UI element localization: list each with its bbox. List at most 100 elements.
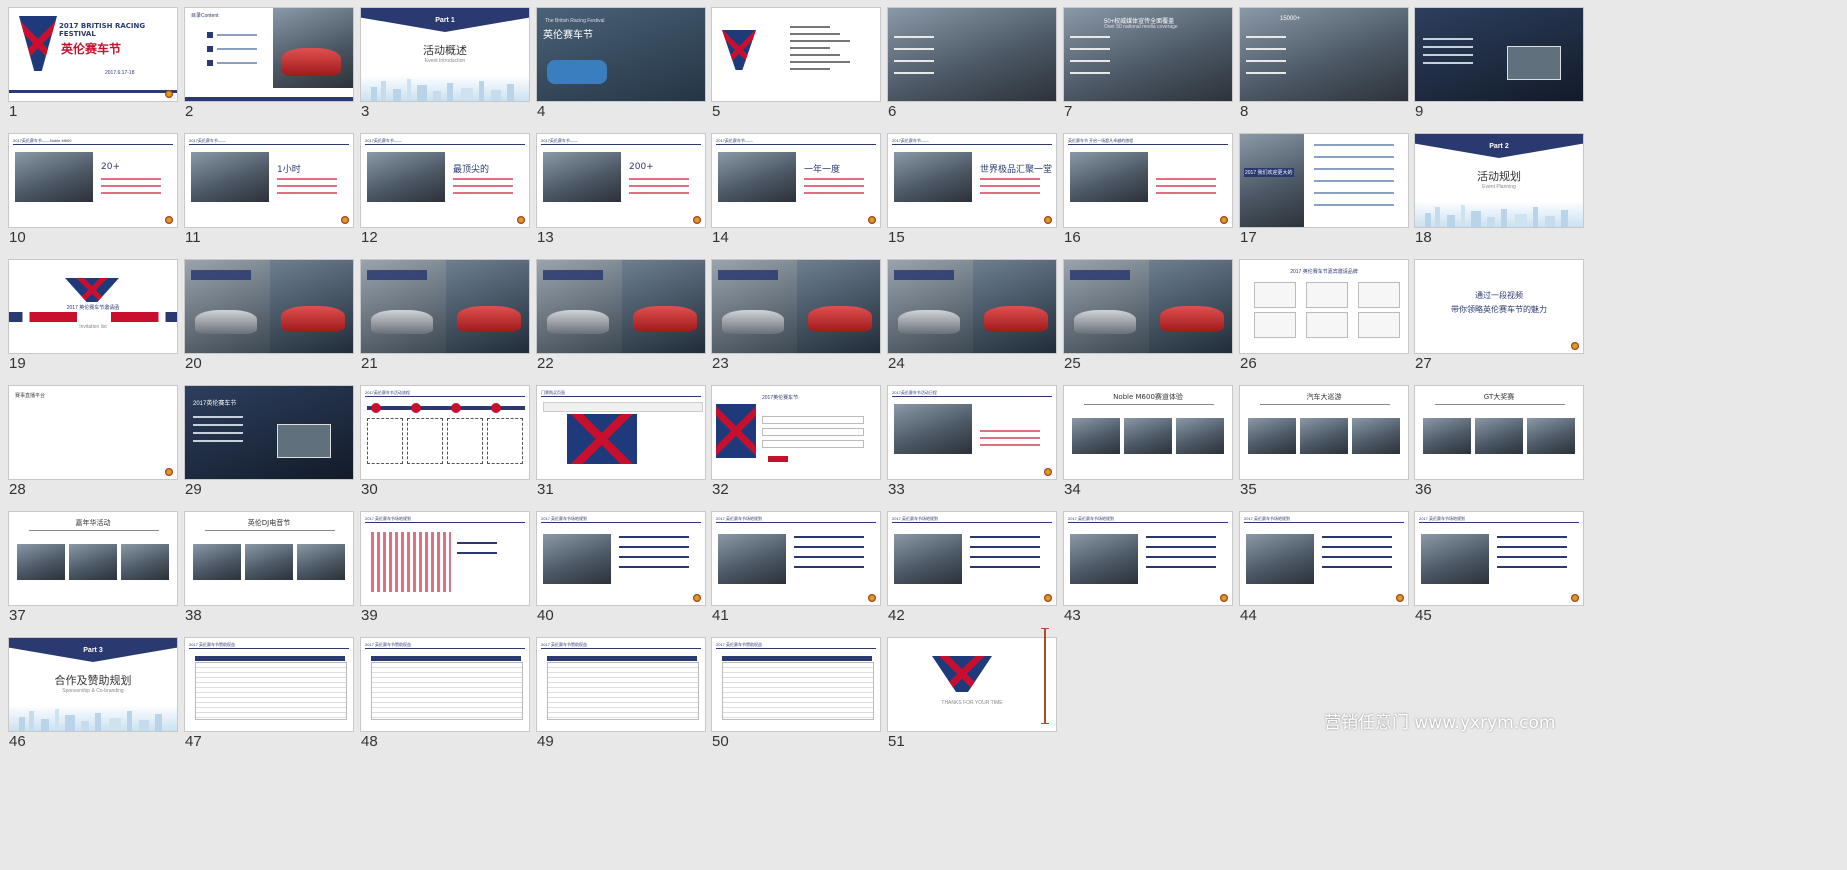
slide-thumbnail[interactable]: 2017 我们欢迎更大的 bbox=[1239, 133, 1409, 228]
slide-thumbnail[interactable]: 2017英伦赛车节—— 世界极品汇聚一堂 bbox=[887, 133, 1057, 228]
slide-thumbnail[interactable]: The British Racing Festival 英伦赛车节 bbox=[536, 7, 706, 102]
photo-image bbox=[718, 534, 786, 584]
slide-thumbnail[interactable]: 2017 英伦赛车节场地规划 bbox=[536, 511, 706, 606]
slide-thumbnail[interactable]: 2017英伦赛车节 bbox=[184, 385, 354, 480]
slide-title: 通过一段视频 bbox=[1475, 291, 1523, 300]
slide-thumbnail[interactable]: 英伦DJ电音节 bbox=[184, 511, 354, 606]
slide-thumbnail[interactable]: 2017 英伦赛车节场地规划 bbox=[360, 511, 530, 606]
slide-thumbnail[interactable]: 2017英伦赛车节 bbox=[711, 385, 881, 480]
slide-title: 一年一度 bbox=[804, 165, 841, 175]
slide-thumbnail[interactable]: THANKS FOR YOUR TIME bbox=[887, 637, 1057, 732]
timeline-dot bbox=[411, 403, 421, 413]
slide-cell: THANKS FOR YOUR TIME 51 bbox=[879, 630, 1057, 750]
slide-thumbnail[interactable]: GT大奖赛 bbox=[1414, 385, 1584, 480]
slide-title: GT大奖赛 bbox=[1483, 393, 1515, 401]
emblem-icon bbox=[868, 594, 876, 602]
stat-line bbox=[1246, 72, 1286, 74]
slide-thumbnail[interactable]: 通过一段视频 带你领略英伦赛车节的魅力 bbox=[1414, 259, 1584, 354]
slide-thumbnail[interactable]: Part 1 活动概述 Event Introduction bbox=[360, 7, 530, 102]
text-line bbox=[1322, 556, 1392, 558]
slide-thumbnail[interactable]: 2017 英伦赛车节场地规划 bbox=[711, 511, 881, 606]
slide-thumbnail[interactable] bbox=[711, 7, 881, 102]
slide-thumbnail[interactable]: Part 3 合作及赞助规划 Sponsorship & Co-branding bbox=[8, 637, 178, 732]
slide-thumbnail[interactable]: Part 2 活动规划 Event Planning bbox=[1414, 133, 1584, 228]
slide-thumbnail[interactable]: 2017 英伦赛车节赞助权益 bbox=[184, 637, 354, 732]
slide-thumbnail[interactable]: 2017 英伦赛车节赞助权益 bbox=[711, 637, 881, 732]
slide-thumbnail[interactable]: 英伦赛车节 开启一场超凡卓越的旅程 bbox=[1063, 133, 1233, 228]
slide-cell: 25 bbox=[1055, 252, 1233, 372]
text-line bbox=[101, 178, 161, 180]
slide-thumbnail[interactable]: 汽车大巡游 bbox=[1239, 385, 1409, 480]
slide-thumbnail[interactable] bbox=[887, 7, 1057, 102]
slide-thumbnail[interactable]: 赛事直播平台 bbox=[8, 385, 178, 480]
slide-thumbnail[interactable]: 2017英伦赛车节—— 1小时 bbox=[184, 133, 354, 228]
slide-thumbnail[interactable]: 2017 英伦赛车节场地规划 bbox=[887, 511, 1057, 606]
text-line bbox=[790, 68, 830, 70]
slide-thumbnail[interactable]: 2017 英伦赛车节场地规划 bbox=[1239, 511, 1409, 606]
slide-thumbnail[interactable]: 15000+ bbox=[1239, 7, 1409, 102]
slide-cell: 英伦赛车节 开启一场超凡卓越的旅程 16 bbox=[1055, 126, 1233, 246]
slide-header: 2017 英伦赛车节场地规划 bbox=[1244, 516, 1404, 523]
slide-thumbnail[interactable] bbox=[711, 259, 881, 354]
slide-thumbnail[interactable]: 2017英伦赛车节活动日程 bbox=[887, 385, 1057, 480]
slide-cell: 21 bbox=[352, 252, 530, 372]
slide-thumbnail[interactable]: 2017英伦赛车节—— 一年一度 bbox=[711, 133, 881, 228]
slide-title: 2017 英伦赛车节邀请函 bbox=[66, 305, 120, 311]
slide-thumbnail[interactable]: 目录Content bbox=[184, 7, 354, 102]
slide-thumbnail[interactable]: 2017 英伦赛车节嘉宾邀请品牌 bbox=[1239, 259, 1409, 354]
slide-thumbnail[interactable]: 2017 英伦赛车节场地规划 bbox=[1414, 511, 1584, 606]
slide-thumbnail[interactable] bbox=[536, 259, 706, 354]
text-line bbox=[804, 192, 864, 194]
table-header bbox=[547, 656, 697, 661]
slide-cell: 2017英伦赛车节—— 一年一度 14 bbox=[703, 126, 881, 246]
slide-thumbnail[interactable]: 2017 英伦赛车节场地规划 bbox=[1063, 511, 1233, 606]
photo-image bbox=[191, 152, 269, 202]
slide-thumbnail[interactable]: 2017英伦赛车节—— 最顶尖的 bbox=[360, 133, 530, 228]
caption-box bbox=[1070, 270, 1130, 280]
slide-title: 嘉年华活动 bbox=[75, 519, 111, 527]
emblem-icon bbox=[1396, 594, 1404, 602]
slide-thumbnail[interactable] bbox=[184, 259, 354, 354]
text-line bbox=[790, 26, 830, 28]
slide-thumbnail[interactable]: Noble M600赛道体验 bbox=[1063, 385, 1233, 480]
toc-number bbox=[207, 60, 213, 66]
slide-subtitle: Invitation list bbox=[79, 324, 107, 330]
slide-thumbnail[interactable]: 2017英伦赛车节—— 200+ bbox=[536, 133, 706, 228]
slide-thumbnail[interactable] bbox=[360, 259, 530, 354]
slide-cell: 6 bbox=[879, 0, 1057, 120]
venue-map bbox=[371, 532, 451, 592]
brand-logo bbox=[1254, 282, 1296, 308]
slide-thumbnail[interactable]: 50+权威媒体宣传全面覆盖 Over 50 national media cove… bbox=[1063, 7, 1233, 102]
text-line bbox=[1423, 46, 1473, 48]
text-line bbox=[980, 178, 1040, 180]
text-line bbox=[790, 54, 840, 56]
slide-thumbnail[interactable] bbox=[1063, 259, 1233, 354]
slide-thumbnail[interactable]: 2017 英伦赛车节邀请函 Invitation list bbox=[8, 259, 178, 354]
slide-cell: 23 bbox=[703, 252, 881, 372]
slide-subtitle: Event Introduction bbox=[424, 58, 466, 64]
stripe bbox=[185, 97, 353, 101]
slide-thumbnail[interactable]: 2017 英伦赛车节赞助权益 bbox=[536, 637, 706, 732]
table-body bbox=[195, 662, 347, 720]
slide-thumbnail[interactable]: 门票购买页面 bbox=[536, 385, 706, 480]
slide-header: 2017 英伦赛车节赞助权益 bbox=[189, 642, 349, 649]
text-line bbox=[1146, 556, 1216, 558]
slide-thumbnail[interactable]: 嘉年华活动 bbox=[8, 511, 178, 606]
slide-thumbnail[interactable]: 2017 英伦赛车节赞助权益 bbox=[360, 637, 530, 732]
slide-number: 8 bbox=[1240, 103, 1249, 120]
text-line bbox=[453, 185, 513, 187]
slide-thumbnail[interactable] bbox=[887, 259, 1057, 354]
text-line bbox=[790, 61, 850, 63]
brand-logo bbox=[1306, 312, 1348, 338]
text-line bbox=[790, 33, 840, 35]
slide-thumbnail[interactable]: 2017英伦赛车节活动流程 bbox=[360, 385, 530, 480]
text-line bbox=[101, 185, 161, 187]
slide-thumbnail[interactable] bbox=[1414, 7, 1584, 102]
slide-thumbnail[interactable]: 2017英伦赛车节——Noble M600 20+ bbox=[8, 133, 178, 228]
slide-title: 2017 我们欢迎更大的 bbox=[1244, 168, 1294, 177]
photo-image bbox=[1300, 418, 1348, 454]
text-line bbox=[1156, 185, 1216, 187]
slide-title: 英伦DJ电音节 bbox=[247, 519, 291, 527]
slide-header: 2017英伦赛车节活动流程 bbox=[365, 390, 525, 397]
slide-thumbnail[interactable]: 2017 BRITISH RACING FESTIVAL 英伦赛车节 2017.6.… bbox=[8, 7, 178, 102]
